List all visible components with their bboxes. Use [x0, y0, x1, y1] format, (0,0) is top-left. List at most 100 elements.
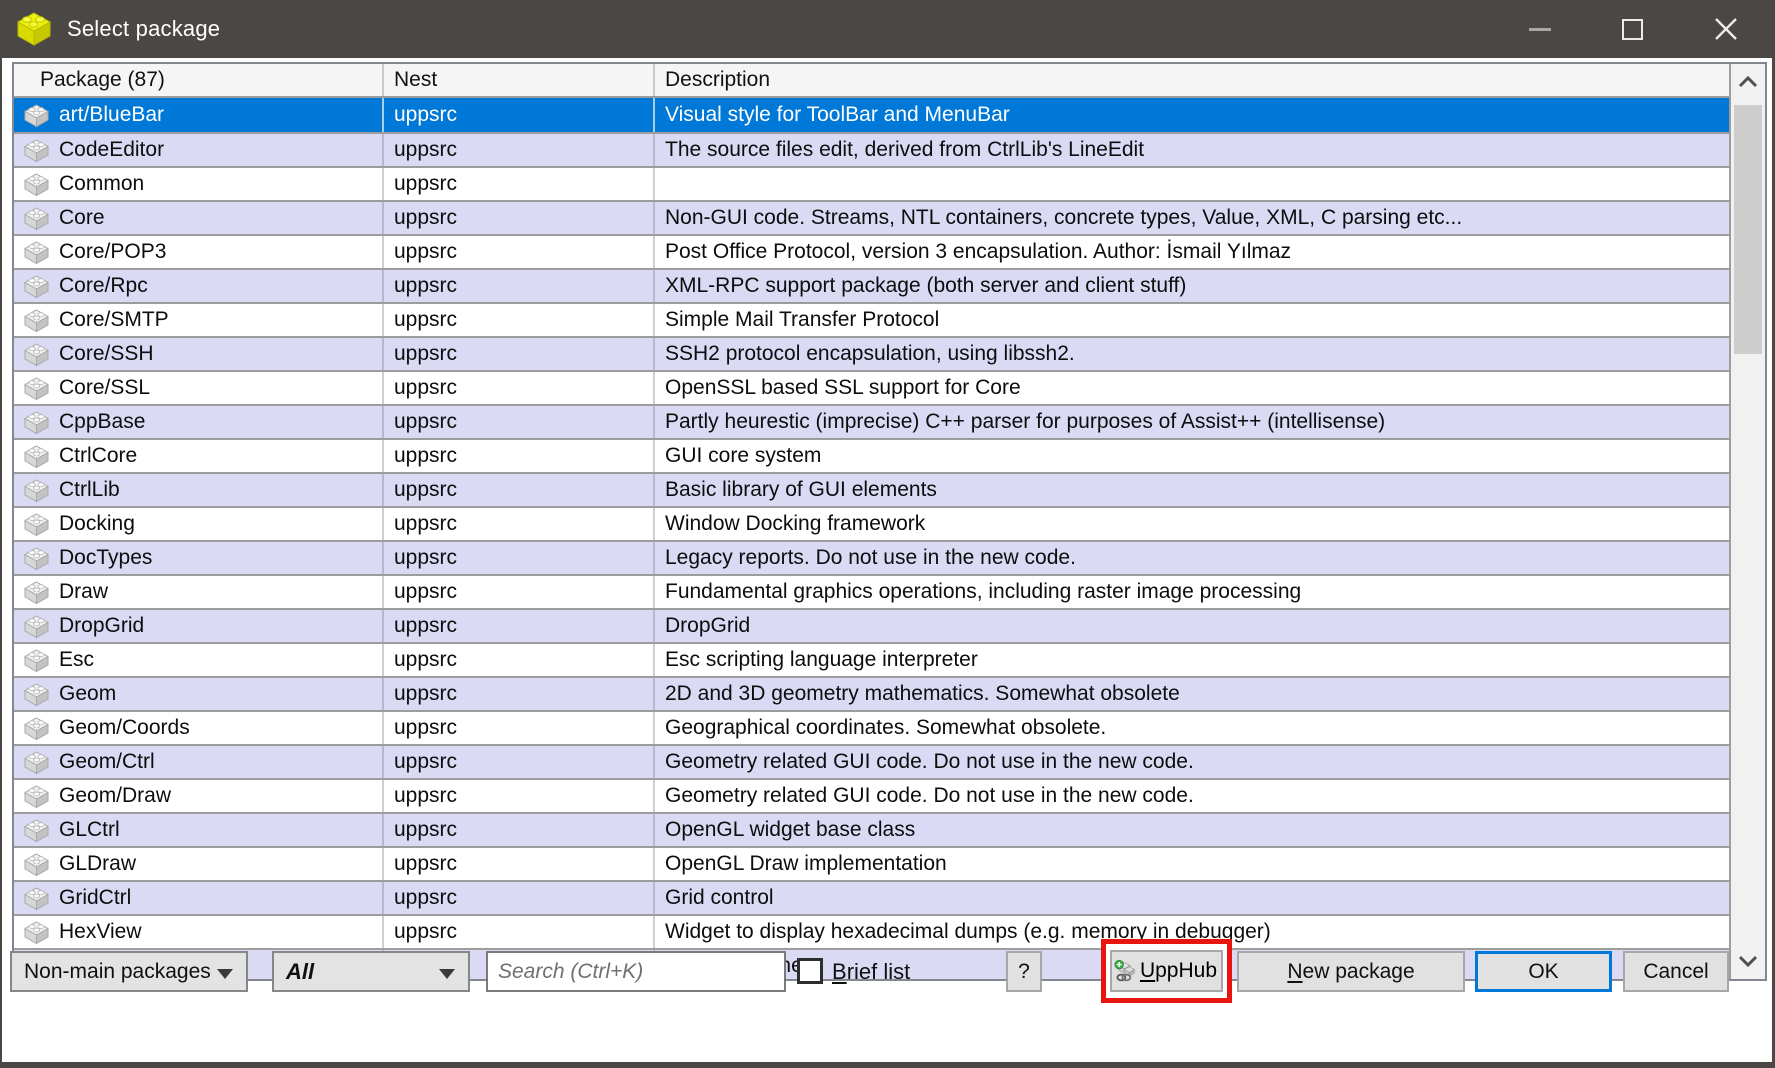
package-icon — [23, 443, 50, 469]
new-package-mnemonic: N — [1287, 960, 1302, 983]
package-description-cell: Post Office Protocol, version 3 encapsul… — [655, 236, 1729, 268]
table-row[interactable]: CtrlLibuppsrcBasic library of GUI elemen… — [14, 472, 1729, 506]
cancel-button[interactable]: Cancel — [1623, 951, 1729, 992]
package-name: Geom/Draw — [59, 784, 171, 808]
table-row[interactable]: DrawuppsrcFundamental graphics operation… — [14, 574, 1729, 608]
package-nest-cell: uppsrc — [384, 406, 655, 438]
package-icon — [23, 647, 50, 673]
column-header-description[interactable]: Description — [655, 64, 1729, 96]
maximize-button[interactable] — [1586, 0, 1679, 58]
table-row[interactable]: Geom/CoordsuppsrcGeographical coordinate… — [14, 710, 1729, 744]
scroll-down-button[interactable] — [1731, 943, 1765, 979]
package-name-cell: Geom — [14, 678, 384, 710]
table-row[interactable]: Geom/CtrluppsrcGeometry related GUI code… — [14, 744, 1729, 778]
upphub-button[interactable]: UppHub — [1110, 950, 1223, 992]
package-icon — [23, 579, 50, 605]
package-name: GLCtrl — [59, 818, 120, 842]
brief-list-label[interactable]: Brief list — [832, 951, 910, 992]
package-icon — [23, 613, 50, 639]
vertical-scrollbar[interactable] — [1729, 64, 1765, 979]
package-icon — [23, 919, 50, 945]
brief-list-checkbox[interactable] — [797, 958, 823, 984]
ok-button[interactable]: OK — [1475, 951, 1612, 992]
package-description-cell: Fundamental graphics operations, includi… — [655, 576, 1729, 608]
package-icon — [23, 102, 50, 128]
table-row[interactable]: DocTypesuppsrcLegacy reports. Do not use… — [14, 540, 1729, 574]
scrollbar-thumb[interactable] — [1734, 105, 1762, 354]
column-header-nest[interactable]: Nest — [384, 64, 655, 96]
package-name-cell: Core/POP3 — [14, 236, 384, 268]
table-row[interactable]: CoreuppsrcNon-GUI code. Streams, NTL con… — [14, 200, 1729, 234]
table-row[interactable]: Core/SMTPuppsrcSimple Mail Transfer Prot… — [14, 302, 1729, 336]
package-nest-cell: uppsrc — [384, 712, 655, 744]
maximize-icon — [1622, 19, 1643, 40]
chevron-down-icon — [439, 969, 455, 979]
package-name: Geom/Coords — [59, 716, 190, 740]
table-row[interactable]: HexViewuppsrcWidget to display hexadecim… — [14, 914, 1729, 948]
package-nest-cell: uppsrc — [384, 610, 655, 642]
package-name-cell: GLCtrl — [14, 814, 384, 846]
package-nest-cell: uppsrc — [384, 168, 655, 200]
window-title: Select package — [67, 16, 220, 42]
package-nest-cell: uppsrc — [384, 644, 655, 676]
package-name-cell: Common — [14, 168, 384, 200]
close-button[interactable] — [1679, 0, 1772, 58]
table-row[interactable]: EscuppsrcEsc scripting language interpre… — [14, 642, 1729, 676]
package-description-cell: Non-GUI code. Streams, NTL containers, c… — [655, 202, 1729, 234]
package-description-cell — [655, 168, 1729, 200]
package-name: DropGrid — [59, 614, 144, 638]
package-icon — [23, 171, 50, 197]
close-icon — [1713, 16, 1739, 42]
package-description-cell: Geometry related GUI code. Do not use in… — [655, 780, 1729, 812]
table-row[interactable]: DropGriduppsrcDropGrid — [14, 608, 1729, 642]
scroll-up-button[interactable] — [1731, 64, 1765, 100]
main-packages-dropdown[interactable]: Non-main packages — [10, 951, 248, 992]
package-name: Docking — [59, 512, 135, 536]
table-row[interactable]: art/BlueBaruppsrcVisual style for ToolBa… — [14, 98, 1729, 132]
nest-filter-dropdown[interactable]: All — [272, 951, 470, 992]
package-name: Draw — [59, 580, 108, 604]
table-row[interactable]: Core/RpcuppsrcXML-RPC support package (b… — [14, 268, 1729, 302]
package-icon — [23, 273, 50, 299]
table-row[interactable]: Core/SSHuppsrcSSH2 protocol encapsulatio… — [14, 336, 1729, 370]
table-row[interactable]: Geom/DrawuppsrcGeometry related GUI code… — [14, 778, 1729, 812]
package-name-cell: CtrlLib — [14, 474, 384, 506]
package-name: Esc — [59, 648, 94, 672]
package-name: CppBase — [59, 410, 145, 434]
table-row[interactable]: Core/SSLuppsrcOpenSSL based SSL support … — [14, 370, 1729, 404]
package-icon — [23, 205, 50, 231]
table-row[interactable]: DockinguppsrcWindow Docking framework — [14, 506, 1729, 540]
table-row[interactable]: CtrlCoreuppsrcGUI core system — [14, 438, 1729, 472]
package-name: Core/SSL — [59, 376, 150, 400]
package-rows: art/BlueBaruppsrcVisual style for ToolBa… — [14, 98, 1729, 979]
table-row[interactable]: GLDrawuppsrcOpenGL Draw implementation — [14, 846, 1729, 880]
chevron-down-icon — [1738, 955, 1758, 967]
table-header: Package (87) Nest Description — [14, 64, 1729, 98]
upphub-rest: ppHub — [1155, 959, 1217, 982]
table-row[interactable]: CodeEditoruppsrcThe source files edit, d… — [14, 132, 1729, 166]
package-icon — [23, 817, 50, 843]
upphub-mnemonic: U — [1140, 959, 1155, 982]
package-name: DocTypes — [59, 546, 152, 570]
package-nest-cell: uppsrc — [384, 98, 655, 132]
nest-filter-dropdown-value: All — [286, 959, 314, 985]
help-button[interactable]: ? — [1006, 951, 1042, 992]
package-icon — [23, 375, 50, 401]
minimize-icon — [1529, 28, 1551, 31]
table-row[interactable]: Commonuppsrc — [14, 166, 1729, 200]
package-name: art/BlueBar — [59, 103, 164, 127]
table-row[interactable]: CppBaseuppsrcPartly heurestic (imprecise… — [14, 404, 1729, 438]
table-row[interactable]: GLCtrluppsrcOpenGL widget base class — [14, 812, 1729, 846]
minimize-button[interactable] — [1493, 0, 1586, 58]
table-row[interactable]: GridCtrluppsrcGrid control — [14, 880, 1729, 914]
package-nest-cell: uppsrc — [384, 848, 655, 880]
chevron-up-icon — [1738, 76, 1758, 88]
table-row[interactable]: Geomuppsrc2D and 3D geometry mathematics… — [14, 676, 1729, 710]
package-name: GLDraw — [59, 852, 136, 876]
new-package-button[interactable]: New package — [1237, 951, 1465, 992]
column-header-package[interactable]: Package (87) — [14, 64, 384, 96]
package-description-cell: SSH2 protocol encapsulation, using libss… — [655, 338, 1729, 370]
ok-button-label: OK — [1528, 960, 1558, 984]
search-input[interactable] — [486, 951, 786, 992]
table-row[interactable]: Core/POP3uppsrcPost Office Protocol, ver… — [14, 234, 1729, 268]
